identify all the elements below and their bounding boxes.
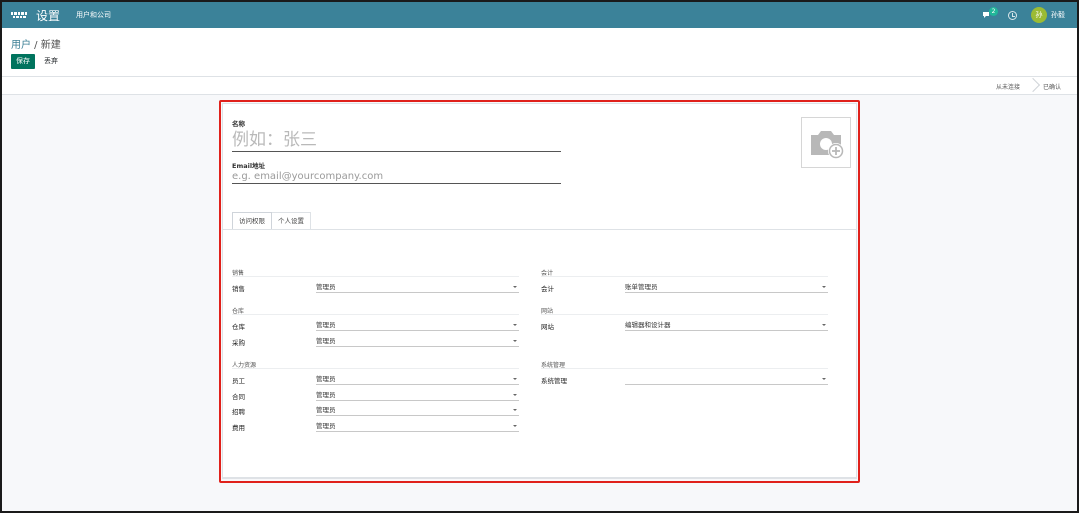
breadcrumb-current: 新建 <box>40 40 61 51</box>
caret-down-icon <box>822 378 826 380</box>
caret-down-icon <box>513 340 517 342</box>
row-label-website: 网站 <box>541 323 554 331</box>
breadcrumb-separator: / <box>31 40 41 51</box>
apps-menu-icon[interactable] <box>10 6 28 24</box>
navbar-systray: 2 孙 孙毅 <box>982 7 1065 23</box>
select-value: 管理员 <box>316 321 336 329</box>
messaging-icon[interactable]: 2 <box>982 7 998 21</box>
group-divider <box>541 368 828 369</box>
select-recruitment[interactable]: 管理员 <box>316 405 519 416</box>
activity-clock-icon[interactable] <box>1008 10 1017 20</box>
breadcrumb-users[interactable]: 用户 <box>11 40 31 51</box>
messaging-badge: 2 <box>989 7 998 16</box>
form-tabs: 访问权限 个人设置 <box>232 212 311 229</box>
select-purchase[interactable]: 管理员 <box>316 336 519 347</box>
form-sheet: 名称 例如：张三 Email地址 e.g. email@yourcompany.… <box>222 103 857 479</box>
select-accounting[interactable]: 账单管理员 <box>625 282 828 293</box>
caret-down-icon <box>822 286 826 288</box>
top-navbar: 设置 用户和公司 2 孙 孙毅 <box>2 2 1077 28</box>
avatar[interactable]: 孙 <box>1031 7 1047 23</box>
caret-down-icon <box>513 324 517 326</box>
caret-down-icon <box>513 286 517 288</box>
row-label-recruitment: 招聘 <box>232 408 245 416</box>
app-window: 设置 用户和公司 2 孙 孙毅 用户 / 新建 保存 丢弃 从未连接 已确认 名… <box>0 0 1079 513</box>
row-label-sales: 销售 <box>232 285 245 293</box>
select-value: 管理员 <box>316 406 336 414</box>
select-value: 账单管理员 <box>625 283 658 291</box>
select-value: 管理员 <box>316 422 336 430</box>
row-label-expenses: 费用 <box>232 424 245 432</box>
caret-down-icon <box>513 409 517 411</box>
row-label-inventory: 仓库 <box>232 323 245 331</box>
select-value: 管理员 <box>316 283 336 291</box>
control-panel: 用户 / 新建 保存 丢弃 <box>2 28 1077 77</box>
row-label-administration: 系统管理 <box>541 377 567 385</box>
group-divider <box>232 276 519 277</box>
select-value: 管理员 <box>316 391 336 399</box>
select-value: 编辑器和设计器 <box>625 321 671 329</box>
app-title: 设置 <box>36 8 61 23</box>
save-button[interactable]: 保存 <box>11 54 35 69</box>
select-value: 管理员 <box>316 337 336 345</box>
select-value: 管理员 <box>316 375 336 383</box>
status-never-connected[interactable]: 从未连接 <box>988 82 1028 91</box>
group-divider <box>232 368 519 369</box>
caret-down-icon <box>513 394 517 396</box>
email-label: Email地址 <box>232 162 266 170</box>
status-confirmed[interactable]: 已确认 <box>1035 82 1069 91</box>
select-sales[interactable]: 管理员 <box>316 282 519 293</box>
status-separator-icon <box>1028 77 1035 95</box>
status-bar: 从未连接 已确认 <box>2 77 1077 95</box>
discard-button[interactable]: 丢弃 <box>44 54 58 69</box>
caret-down-icon <box>513 378 517 380</box>
select-website[interactable]: 编辑器和设计器 <box>625 320 828 331</box>
camera-plus-icon <box>811 131 844 159</box>
select-administration[interactable] <box>625 374 828 385</box>
name-label: 名称 <box>232 120 245 128</box>
row-label-purchase: 采购 <box>232 339 245 347</box>
group-divider <box>541 314 828 315</box>
menu-users-companies[interactable]: 用户和公司 <box>76 10 111 20</box>
row-label-accounting: 会计 <box>541 285 554 293</box>
group-divider <box>541 276 828 277</box>
breadcrumb: 用户 / 新建 <box>11 36 61 51</box>
select-contracts[interactable]: 管理员 <box>316 390 519 401</box>
caret-down-icon <box>513 425 517 427</box>
tabs-divider <box>223 229 856 230</box>
tab-preferences[interactable]: 个人设置 <box>272 212 311 229</box>
email-input[interactable]: e.g. email@yourcompany.com <box>232 170 561 184</box>
row-label-contracts: 合同 <box>232 393 245 401</box>
sheet-bottom-divider <box>223 477 856 478</box>
name-input[interactable]: 例如：张三 <box>232 128 561 152</box>
select-expenses[interactable]: 管理员 <box>316 421 519 432</box>
row-label-employees: 员工 <box>232 377 245 385</box>
caret-down-icon <box>822 324 826 326</box>
user-menu[interactable]: 孙毅 <box>1051 10 1065 20</box>
group-divider <box>232 314 519 315</box>
select-inventory[interactable]: 管理员 <box>316 320 519 331</box>
tab-access-rights[interactable]: 访问权限 <box>232 212 272 229</box>
select-employees[interactable]: 管理员 <box>316 374 519 385</box>
status-steps: 从未连接 已确认 <box>988 77 1069 95</box>
avatar-upload[interactable] <box>801 117 851 168</box>
